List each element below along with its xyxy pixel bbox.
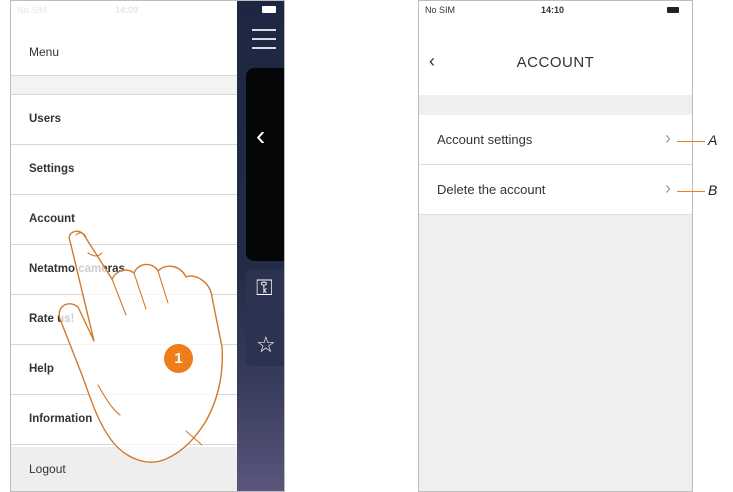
callout-line-a (677, 141, 705, 142)
callout-label-a: A (708, 132, 718, 148)
side-menu: Menu Users Settings Account Netatmo came… (11, 23, 237, 491)
menu-item-help[interactable]: Help (11, 345, 237, 395)
navigation-bar: ‹ ACCOUNT (419, 23, 692, 95)
callout-line-b (677, 191, 705, 192)
account-settings-label: Account settings (437, 132, 533, 147)
logout-label: Logout (29, 462, 66, 476)
menu-header: Menu (11, 23, 237, 76)
menu-item-label: Rate us! (29, 313, 75, 325)
star-icon: ☆ (256, 332, 276, 357)
menu-item-label: Netatmo cameras (29, 263, 125, 275)
menu-item-rate-us[interactable]: Rate us! (11, 295, 237, 345)
chevron-left-icon[interactable]: ‹ (256, 122, 265, 150)
menu-item-label: Help (29, 363, 54, 375)
status-time: 14:10 (541, 5, 565, 15)
favorites-button[interactable]: ☆ (246, 326, 284, 366)
menu-item-settings[interactable]: Settings (11, 145, 237, 195)
menu-item-label: Users (29, 113, 61, 125)
status-time: 14:09 (115, 5, 139, 15)
menu-title: Menu (29, 45, 60, 59)
carrier-label: No SIM (17, 5, 48, 15)
chevron-right-icon: › (665, 178, 671, 198)
menu-item-netatmo-cameras[interactable]: Netatmo cameras (11, 245, 237, 295)
menu-item-label: Settings (29, 163, 75, 175)
video-preview: ‹ (246, 68, 284, 261)
battery-icon (667, 7, 679, 13)
account-settings-item[interactable]: Account settings › (419, 115, 692, 165)
chevron-right-icon: › (665, 128, 671, 148)
step-badge: 1 (164, 344, 193, 373)
logout-button[interactable]: Logout (11, 447, 237, 491)
hamburger-icon[interactable] (252, 29, 276, 56)
menu-item-information[interactable]: Information (11, 395, 237, 445)
battery-icon (262, 6, 276, 13)
callout-label-b: B (708, 182, 718, 198)
key-icon: ⚿ (256, 275, 273, 300)
delete-account-item[interactable]: Delete the account › (419, 165, 692, 215)
menu-item-users[interactable]: Users (11, 95, 237, 145)
status-bar: No SIM 14:09 (11, 1, 237, 23)
menu-item-account[interactable]: Account (11, 195, 237, 245)
status-bar: No SIM 14:10 (419, 1, 692, 23)
page-title: ACCOUNT (516, 54, 595, 71)
delete-account-label: Delete the account (437, 182, 546, 197)
menu-item-label: Account (29, 213, 75, 225)
right-phone-screen: No SIM 14:10 ‹ ACCOUNT Account settings … (418, 0, 693, 492)
menu-separator (11, 76, 237, 95)
door-lock-button[interactable]: ⚿ (246, 269, 284, 309)
carrier-label: No SIM (425, 5, 456, 15)
menu-item-label: Information (29, 413, 93, 425)
left-phone-screen: No SIM 14:09 Menu Users Settings Account… (10, 0, 285, 492)
